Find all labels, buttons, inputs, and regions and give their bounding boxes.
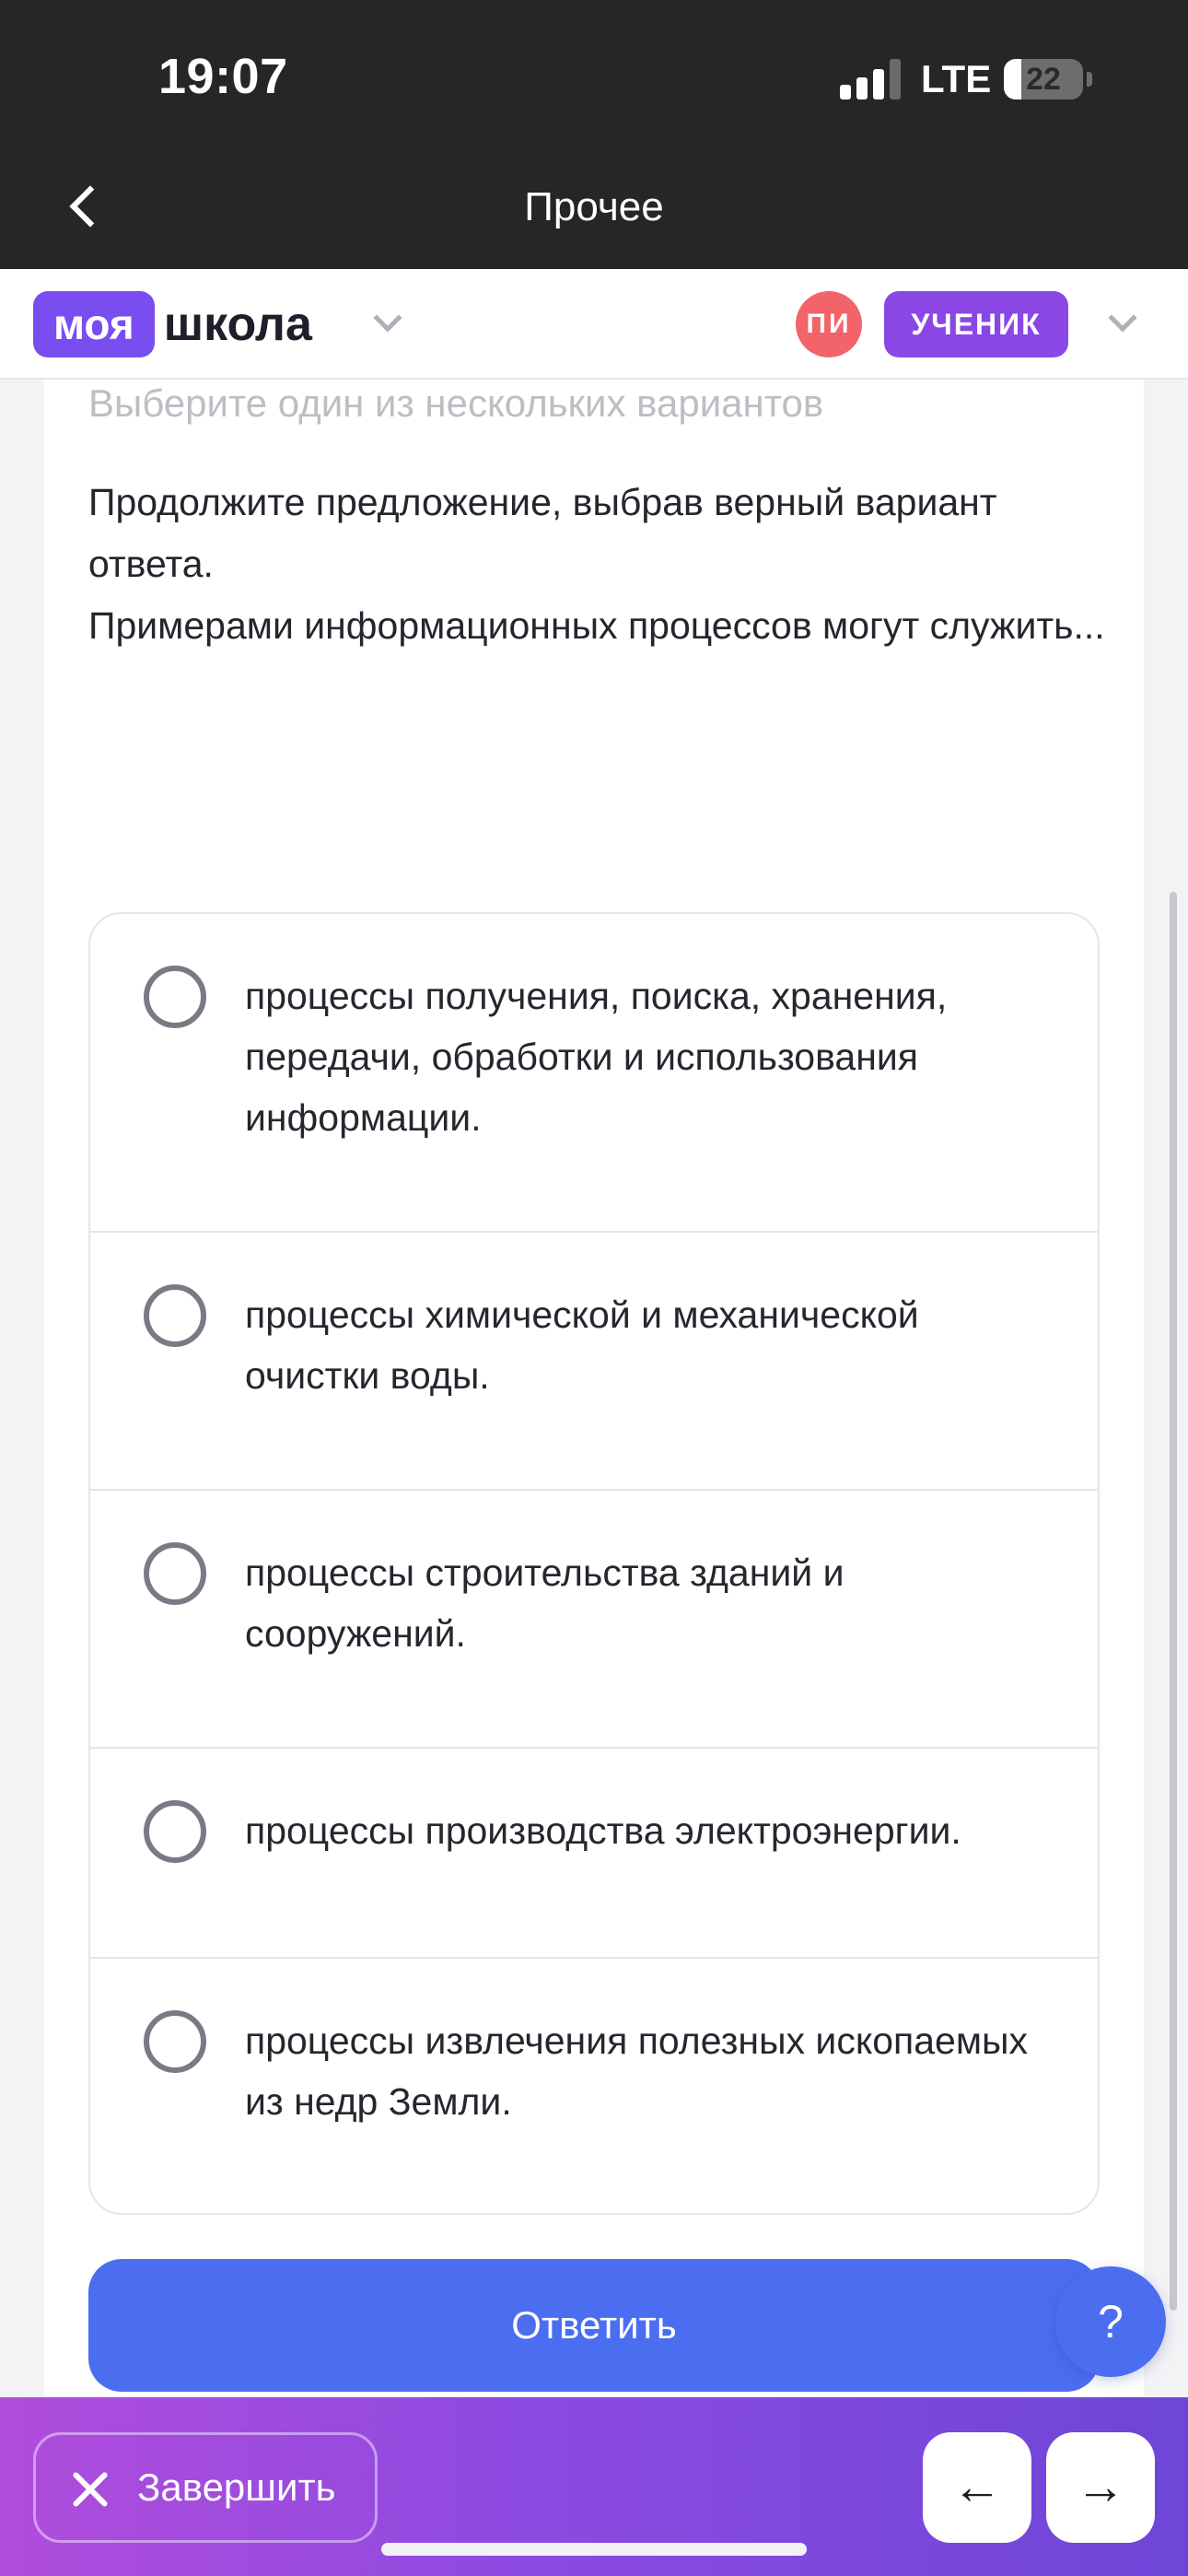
option-1[interactable]: процессы получения, поиска, хранения, пе… bbox=[90, 914, 1098, 1233]
radio-button[interactable] bbox=[144, 1800, 206, 1863]
radio-button[interactable] bbox=[144, 966, 206, 1028]
submit-button[interactable]: Ответить bbox=[88, 2259, 1100, 2392]
question-line: Продолжите предложение, выбрав верный ва… bbox=[88, 481, 997, 585]
finish-button[interactable]: Завершить bbox=[33, 2432, 378, 2543]
top-bar: 19:07 LTE 22 Прочее bbox=[0, 0, 1188, 269]
next-arrow-button[interactable]: → bbox=[1046, 2432, 1155, 2543]
signal-icon bbox=[840, 59, 901, 100]
scrollbar[interactable] bbox=[1170, 892, 1177, 2311]
logo-chevron-down-icon[interactable] bbox=[373, 303, 402, 333]
network-type: LTE bbox=[921, 57, 992, 100]
option-2[interactable]: процессы химической и механической очист… bbox=[90, 1233, 1098, 1491]
instruction-text: Выберите один из нескольких вариантов bbox=[88, 381, 824, 425]
logo[interactable]: моя школа bbox=[33, 291, 312, 357]
option-4[interactable]: процессы производства электроэнергии. bbox=[90, 1749, 1098, 1959]
profile-chevron-down-icon[interactable] bbox=[1108, 303, 1137, 333]
question-text: Продолжите предложение, выбрав верный ва… bbox=[88, 472, 1111, 657]
option-label: процессы химической и механической очист… bbox=[245, 1294, 919, 1397]
help-button[interactable]: ? bbox=[1055, 2266, 1166, 2377]
option-3[interactable]: процессы строительства зданий и сооружен… bbox=[90, 1491, 1098, 1749]
home-indicator[interactable] bbox=[381, 2543, 807, 2556]
radio-button[interactable] bbox=[144, 1542, 206, 1605]
options-list: процессы получения, поиска, хранения, пе… bbox=[88, 912, 1100, 2215]
logo-highlight: моя bbox=[33, 291, 155, 357]
close-icon bbox=[64, 2463, 117, 2516]
avatar[interactable]: ПИ bbox=[796, 291, 862, 357]
role-badge[interactable]: УЧЕНИК bbox=[884, 291, 1068, 357]
bottom-action-bar: Завершить ← → bbox=[0, 2397, 1188, 2576]
option-label: процессы получения, поиска, хранения, пе… bbox=[245, 975, 948, 1139]
option-label: процессы строительства зданий и сооружен… bbox=[245, 1551, 844, 1655]
question-card: Выберите один из нескольких вариантов Пр… bbox=[44, 380, 1144, 2397]
finish-label: Завершить bbox=[137, 2465, 336, 2509]
battery-icon: 22 bbox=[1004, 59, 1083, 100]
question-line: Примерами информационных процессов могут… bbox=[88, 604, 1105, 647]
option-label: процессы извлечения полезных ископаемых … bbox=[245, 2020, 1028, 2123]
logo-text: школа bbox=[163, 298, 312, 351]
nav-title: Прочее bbox=[524, 184, 664, 229]
option-label: процессы производства электроэнергии. bbox=[245, 1809, 961, 1852]
status-time: 19:07 bbox=[158, 49, 288, 104]
prev-arrow-button[interactable]: ← bbox=[923, 2432, 1031, 2543]
radio-button[interactable] bbox=[144, 1284, 206, 1347]
battery-percent: 22 bbox=[1026, 62, 1061, 97]
battery-cap bbox=[1087, 72, 1092, 87]
app-header: моя школа ПИ УЧЕНИК bbox=[0, 269, 1188, 380]
radio-button[interactable] bbox=[144, 2010, 206, 2073]
option-5[interactable]: процессы извлечения полезных ископаемых … bbox=[90, 1959, 1098, 2213]
